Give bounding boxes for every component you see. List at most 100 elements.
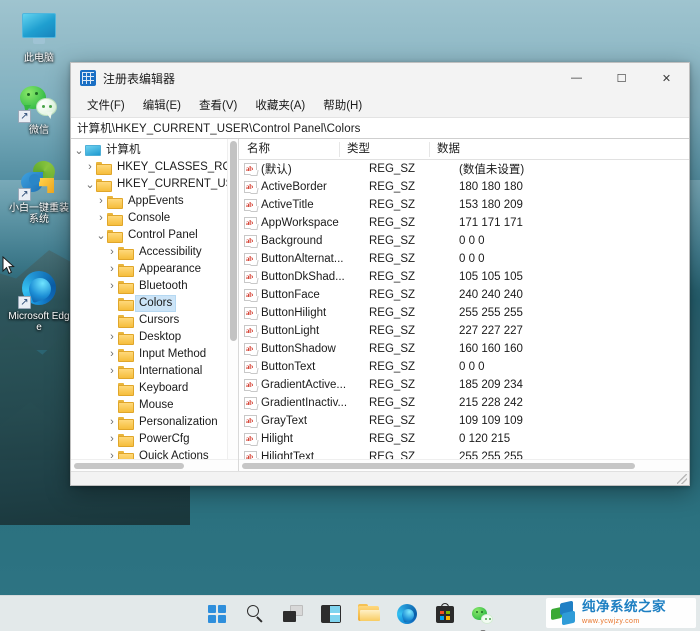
desktop-icon-system-reinstall[interactable]: ↗ 小白一键重装系统 [6, 158, 72, 225]
chevron-down-icon[interactable]: ⌄ [73, 145, 85, 157]
tree-item-appevents[interactable]: › AppEvents [71, 193, 238, 210]
registry-value-row[interactable]: ab Background REG_SZ 0 0 0 [239, 232, 689, 250]
window-controls[interactable]: — ☐ ✕ [554, 63, 689, 93]
tree-item-quick-actions[interactable]: › Quick Actions [71, 448, 238, 459]
string-value-icon: ab [244, 343, 257, 355]
column-header-row[interactable]: 名称 类型 数据 [239, 139, 689, 160]
chevron-right-icon[interactable]: › [106, 431, 118, 448]
tree-item-console[interactable]: › Console [71, 210, 238, 227]
tree-item-powercfg[interactable]: › PowerCfg [71, 431, 238, 448]
registry-value-row[interactable]: ab Hilight REG_SZ 0 120 215 [239, 430, 689, 448]
folder-icon [107, 230, 123, 243]
scrollbar-thumb[interactable] [230, 141, 237, 341]
tree-vertical-scrollbar[interactable] [227, 139, 238, 459]
registry-values-list[interactable]: ab (默认) REG_SZ (数值未设置) ab ActiveBorder REG_SZ 1… [239, 160, 689, 459]
tree-item-accessibility[interactable]: › Accessibility [71, 244, 238, 261]
registry-value-row[interactable]: ab ButtonAlternat... REG_SZ 0 0 0 [239, 250, 689, 268]
chevron-right-icon[interactable]: › [106, 329, 118, 346]
chevron-right-icon[interactable]: › [106, 448, 118, 459]
tree-item-cursors[interactable]: Cursors [71, 312, 238, 329]
tree-item-hkey-current-user[interactable]: ⌄ HKEY_CURRENT_USER [71, 176, 238, 193]
values-horizontal-scrollbar[interactable] [239, 459, 689, 471]
tree-item-appearance[interactable]: › Appearance [71, 261, 238, 278]
tree-item-mouse[interactable]: Mouse [71, 397, 238, 414]
start-button[interactable] [205, 602, 229, 626]
tree-item-bluetooth[interactable]: › Bluetooth [71, 278, 238, 295]
desktop-icon-edge[interactable]: ↗ Microsoft Edge [6, 268, 72, 333]
registry-value-row[interactable]: ab ActiveTitle REG_SZ 153 180 209 [239, 196, 689, 214]
menu-item-edit[interactable]: 编辑(E) [135, 95, 189, 115]
chevron-right-icon[interactable]: › [106, 278, 118, 295]
maximize-button[interactable]: ☐ [599, 63, 644, 93]
registry-editor-window[interactable]: 注册表编辑器 — ☐ ✕ 文件(F) 编辑(E) 查看(V) 收藏夹(A) 帮助… [70, 62, 690, 486]
chevron-right-icon[interactable]: › [106, 414, 118, 431]
wechat-icon[interactable] [471, 602, 495, 626]
registry-value-row[interactable]: ab GradientInactiv... REG_SZ 215 228 242 [239, 394, 689, 412]
microsoft-store-icon[interactable] [433, 602, 457, 626]
window-titlebar[interactable]: 注册表编辑器 — ☐ ✕ [71, 63, 689, 93]
chevron-right-icon[interactable]: › [95, 210, 107, 227]
registry-value-row[interactable]: ab ButtonShadow REG_SZ 160 160 160 [239, 340, 689, 358]
value-data: 240 240 240 [459, 289, 523, 301]
tree-item-input-method[interactable]: › Input Method [71, 346, 238, 363]
menu-bar[interactable]: 文件(F) 编辑(E) 查看(V) 收藏夹(A) 帮助(H) [71, 93, 689, 117]
column-header-data[interactable]: 数据 [429, 139, 689, 160]
menu-item-help[interactable]: 帮助(H) [315, 95, 370, 115]
tree-horizontal-scrollbar[interactable] [71, 459, 238, 471]
menu-item-file[interactable]: 文件(F) [79, 95, 133, 115]
chevron-down-icon[interactable]: ⌄ [95, 230, 107, 242]
tree-item-label: Bluetooth [139, 280, 188, 292]
chevron-right-icon[interactable]: › [106, 346, 118, 363]
menu-item-view[interactable]: 查看(V) [191, 95, 245, 115]
desktop-icon-wechat[interactable]: ↗ 微信 [6, 82, 72, 136]
scrollbar-thumb[interactable] [242, 463, 635, 469]
chevron-right-icon[interactable]: › [106, 363, 118, 380]
tree-item-international[interactable]: › International [71, 363, 238, 380]
registry-value-row[interactable]: ab ButtonHilight REG_SZ 255 255 255 [239, 304, 689, 322]
chevron-right-icon[interactable]: › [95, 193, 107, 210]
taskbar[interactable]: 纯净系统之家 www.ycwjzy.com [0, 595, 700, 631]
registry-value-row[interactable]: ab (默认) REG_SZ (数值未设置) [239, 160, 689, 178]
registry-value-row[interactable]: ab HilightText REG_SZ 255 255 255 [239, 448, 689, 459]
search-icon[interactable] [243, 602, 267, 626]
value-type: REG_SZ [369, 433, 416, 445]
registry-tree-pane[interactable]: ⌄ 计算机 › HKEY_CLASSES_ROOT ⌄ HKEY_CURRENT_USER… [71, 139, 239, 471]
chevron-right-icon[interactable]: › [106, 261, 118, 278]
tree-item-[interactable]: ⌄ 计算机 [71, 142, 238, 159]
tree-scroll-area[interactable]: ⌄ 计算机 › HKEY_CLASSES_ROOT ⌄ HKEY_CURRENT_USER… [71, 139, 238, 459]
tree-item-personalization[interactable]: › Personalization [71, 414, 238, 431]
resize-grip[interactable] [677, 474, 687, 484]
folder-icon [96, 179, 112, 192]
column-header-name[interactable]: 名称 [239, 139, 339, 160]
tree-item-desktop[interactable]: › Desktop [71, 329, 238, 346]
registry-value-row[interactable]: ab ActiveBorder REG_SZ 180 180 180 [239, 178, 689, 196]
registry-value-row[interactable]: ab GradientActive... REG_SZ 185 209 234 [239, 376, 689, 394]
registry-value-row[interactable]: ab AppWorkspace REG_SZ 171 171 171 [239, 214, 689, 232]
registry-value-row[interactable]: ab ButtonText REG_SZ 0 0 0 [239, 358, 689, 376]
tree-item-colors[interactable]: Colors [71, 295, 238, 312]
registry-tree[interactable]: ⌄ 计算机 › HKEY_CLASSES_ROOT ⌄ HKEY_CURRENT_USER… [71, 139, 238, 459]
column-header-type[interactable]: 类型 [339, 139, 429, 160]
registry-value-row[interactable]: ab GrayText REG_SZ 109 109 109 [239, 412, 689, 430]
widgets-icon[interactable] [319, 602, 343, 626]
edge-icon[interactable] [395, 602, 419, 626]
address-bar[interactable]: 计算机\HKEY_CURRENT_USER\Control Panel\Colo… [71, 117, 689, 139]
value-data: 0 120 215 [459, 433, 511, 445]
minimize-button[interactable]: — [554, 63, 599, 93]
tree-item-keyboard[interactable]: Keyboard [71, 380, 238, 397]
registry-values-pane[interactable]: 名称 类型 数据 ab (默认) REG_SZ (数值未设置) ab ActiveBord… [239, 139, 689, 471]
tree-item-control-panel[interactable]: ⌄ Control Panel [71, 227, 238, 244]
registry-value-row[interactable]: ab ButtonFace REG_SZ 240 240 240 [239, 286, 689, 304]
close-button[interactable]: ✕ [644, 63, 689, 93]
chevron-right-icon[interactable]: › [106, 244, 118, 261]
registry-value-row[interactable]: ab ButtonDkShad... REG_SZ 105 105 105 [239, 268, 689, 286]
tree-item-hkey-classes-root[interactable]: › HKEY_CLASSES_ROOT [71, 159, 238, 176]
chevron-down-icon[interactable]: ⌄ [84, 179, 96, 191]
menu-item-favorites[interactable]: 收藏夹(A) [247, 95, 313, 115]
registry-value-row[interactable]: ab ButtonLight REG_SZ 227 227 227 [239, 322, 689, 340]
chevron-right-icon[interactable]: › [84, 159, 96, 176]
desktop-icon-this-pc[interactable]: 此电脑 [6, 10, 72, 64]
file-explorer-icon[interactable] [357, 602, 381, 626]
scrollbar-thumb[interactable] [74, 463, 184, 469]
task-view-icon[interactable] [281, 602, 305, 626]
